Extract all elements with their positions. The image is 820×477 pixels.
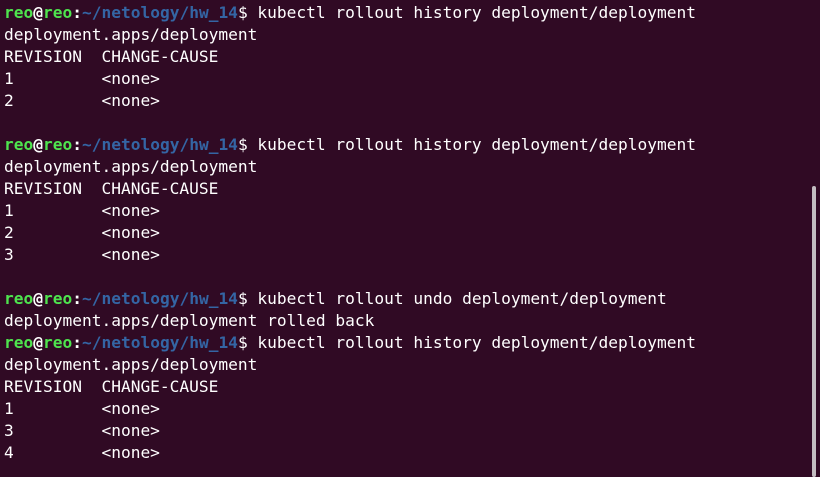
output-line: 3 <none> [4, 245, 160, 264]
scrollbar-thumb[interactable] [812, 186, 816, 477]
output-line: 1 <none> [4, 69, 160, 88]
output-line: deployment.apps/deployment rolled back [4, 311, 375, 330]
prompt-at: @ [33, 135, 43, 154]
prompt-line: reo@reo:~/netology/hw_14$ kubectl rollou… [0, 288, 820, 310]
output-line: 3 <none> [4, 421, 160, 440]
output-line: REVISION CHANGE-CAUSE [4, 47, 219, 66]
prompt-user: reo [4, 135, 34, 154]
command-text: kubectl rollout history deployment/deplo… [247, 135, 696, 154]
output-line: 2 <none> [4, 223, 160, 242]
prompt-colon: : [72, 3, 82, 22]
prompt-dollar: $ [237, 333, 248, 352]
prompt-host: reo [43, 135, 73, 154]
prompt-user: reo [4, 289, 34, 308]
output-line: deployment.apps/deployment [4, 157, 258, 176]
prompt-line: reo@reo:~/netology/hw_14$ kubectl rollou… [0, 332, 820, 354]
prompt-host: reo [43, 3, 73, 22]
prompt-colon: : [72, 135, 82, 154]
output-line: 2 <none> [4, 91, 160, 110]
prompt-user: reo [4, 333, 34, 352]
output-line: 1 <none> [4, 399, 160, 418]
prompt-dollar: $ [237, 289, 248, 308]
prompt-line: reo@reo:~/netology/hw_14$ kubectl rollou… [0, 2, 820, 24]
prompt-colon: : [72, 333, 82, 352]
command-text: kubectl rollout history deployment/deplo… [247, 333, 696, 352]
command-text: kubectl rollout undo deployment/deployme… [247, 289, 667, 308]
prompt-path: ~/netology/hw_14 [82, 289, 238, 308]
prompt-dollar: $ [237, 135, 248, 154]
scrollbar[interactable] [808, 0, 820, 477]
prompt-at: @ [33, 333, 43, 352]
prompt-user: reo [4, 3, 34, 22]
output-line: 4 <none> [4, 443, 160, 462]
output-line: deployment.apps/deployment [4, 355, 258, 374]
output-line: 1 <none> [4, 201, 160, 220]
prompt-path: ~/netology/hw_14 [82, 135, 238, 154]
prompt-path: ~/netology/hw_14 [82, 3, 238, 22]
command-text: kubectl rollout history deployment/deplo… [247, 3, 696, 22]
prompt-at: @ [33, 3, 43, 22]
prompt-line: reo@reo:~/netology/hw_14$ kubectl rollou… [0, 134, 820, 156]
prompt-colon: : [72, 289, 82, 308]
output-line: REVISION CHANGE-CAUSE [4, 179, 219, 198]
prompt-host: reo [43, 289, 73, 308]
output-line: REVISION CHANGE-CAUSE [4, 377, 219, 396]
output-line: deployment.apps/deployment [4, 25, 258, 44]
terminal-window[interactable]: reo@reo:~/netology/hw_14$ kubectl rollou… [0, 0, 820, 477]
prompt-dollar: $ [237, 3, 248, 22]
terminal-output[interactable]: reo@reo:~/netology/hw_14$ kubectl rollou… [0, 2, 820, 464]
prompt-path: ~/netology/hw_14 [82, 333, 238, 352]
prompt-host: reo [43, 333, 73, 352]
prompt-at: @ [33, 289, 43, 308]
